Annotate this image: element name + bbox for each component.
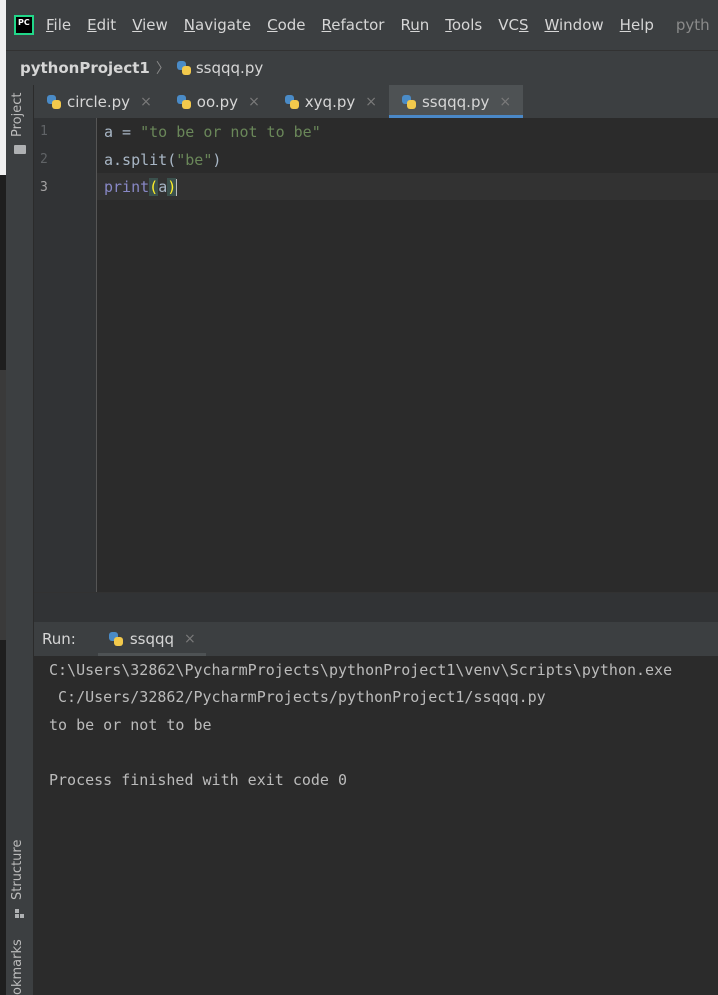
tab-circle[interactable]: circle.py × — [34, 85, 164, 118]
tab-label: circle.py — [67, 92, 131, 111]
menu-run[interactable]: Run — [400, 16, 429, 34]
run-tab-label: ssqqq — [129, 630, 175, 648]
python-file-icon — [176, 94, 192, 110]
menu-bar: PC File Edit View Navigate Code Refactor… — [6, 0, 718, 50]
run-panel-header: Run: ssqqq × — [34, 622, 718, 656]
line-number: 2 — [40, 152, 48, 167]
line-number-gutter[interactable]: 1 2 3 — [34, 118, 97, 592]
breadcrumb-separator: 〉 — [155, 61, 170, 77]
breadcrumb-file[interactable]: ssqqq.py — [196, 59, 263, 77]
menu-tools[interactable]: Tools — [445, 16, 482, 34]
pycharm-logo-icon[interactable]: PC — [14, 15, 34, 35]
current-line-highlight — [97, 173, 718, 200]
tab-oo[interactable]: oo.py × — [164, 85, 272, 118]
folder-icon[interactable] — [14, 145, 26, 154]
console-line: Process finished with exit code 0 — [49, 771, 348, 789]
line-number: 3 — [40, 180, 48, 195]
tab-label: oo.py — [196, 92, 239, 111]
console-line: to be or not to be — [49, 716, 212, 734]
run-console[interactable]: C:\Users\32862\PycharmProjects\pythonPro… — [34, 656, 718, 995]
console-line: C:\Users\32862\PycharmProjects\pythonPro… — [49, 661, 673, 679]
panel-divider[interactable] — [34, 592, 718, 623]
tab-ssqqq[interactable]: ssqqq.py × — [388, 85, 524, 118]
menu-view[interactable]: View — [132, 16, 168, 34]
bookmarks-tool-button[interactable]: okmarks — [10, 939, 25, 995]
left-tool-stripe: Project Structure okmarks — [6, 85, 34, 995]
menu-navigate[interactable]: Navigate — [184, 16, 251, 34]
line-number: 1 — [40, 124, 48, 139]
menu-help[interactable]: Help — [620, 16, 654, 34]
python-run-icon — [108, 631, 124, 647]
close-icon[interactable]: × — [140, 94, 152, 110]
close-icon[interactable]: × — [184, 631, 196, 647]
window-title: pyth — [675, 16, 710, 34]
structure-tool-button[interactable]: Structure — [10, 840, 25, 900]
close-icon[interactable]: × — [248, 94, 260, 110]
console-line: C:/Users/32862/PycharmProjects/pythonPro… — [49, 688, 546, 706]
run-tab-ssqqq[interactable]: ssqqq × — [97, 622, 206, 656]
menu-code[interactable]: Code — [267, 16, 305, 34]
python-file-icon — [284, 94, 300, 110]
breadcrumb: pythonProject1 〉 ssqqq.py — [6, 50, 718, 85]
python-file-icon — [401, 94, 417, 110]
editor-tabs: circle.py × oo.py × xyq.py × ssqqq.py × — [34, 85, 718, 118]
tab-xyq[interactable]: xyq.py × — [272, 85, 389, 118]
structure-icon[interactable] — [15, 909, 25, 919]
python-file-icon — [46, 94, 62, 110]
close-icon[interactable]: × — [365, 94, 377, 110]
python-file-icon — [176, 60, 192, 76]
code-line-2[interactable]: a.split("be") — [104, 151, 221, 169]
menu-file[interactable]: File — [46, 16, 71, 34]
breadcrumb-project[interactable]: pythonProject1 — [20, 59, 150, 77]
tab-label: xyq.py — [304, 92, 356, 111]
code-line-1[interactable]: a = "to be or not to be" — [104, 123, 321, 141]
close-icon[interactable]: × — [499, 94, 511, 110]
code-editor[interactable]: 1 2 3 a = "to be or not to be" a.split("… — [34, 118, 718, 592]
logo-text: PC — [18, 18, 30, 27]
menu-refactor[interactable]: Refactor — [322, 16, 385, 34]
project-tool-button[interactable]: Project — [10, 93, 25, 137]
menu-vcs[interactable]: VCS — [498, 16, 528, 34]
menu-window[interactable]: Window — [544, 16, 603, 34]
tab-label: ssqqq.py — [421, 92, 490, 111]
menu-edit[interactable]: Edit — [87, 16, 116, 34]
code-line-3[interactable]: print(a) — [104, 178, 178, 196]
run-label: Run: — [42, 630, 76, 648]
text-caret — [176, 179, 178, 196]
